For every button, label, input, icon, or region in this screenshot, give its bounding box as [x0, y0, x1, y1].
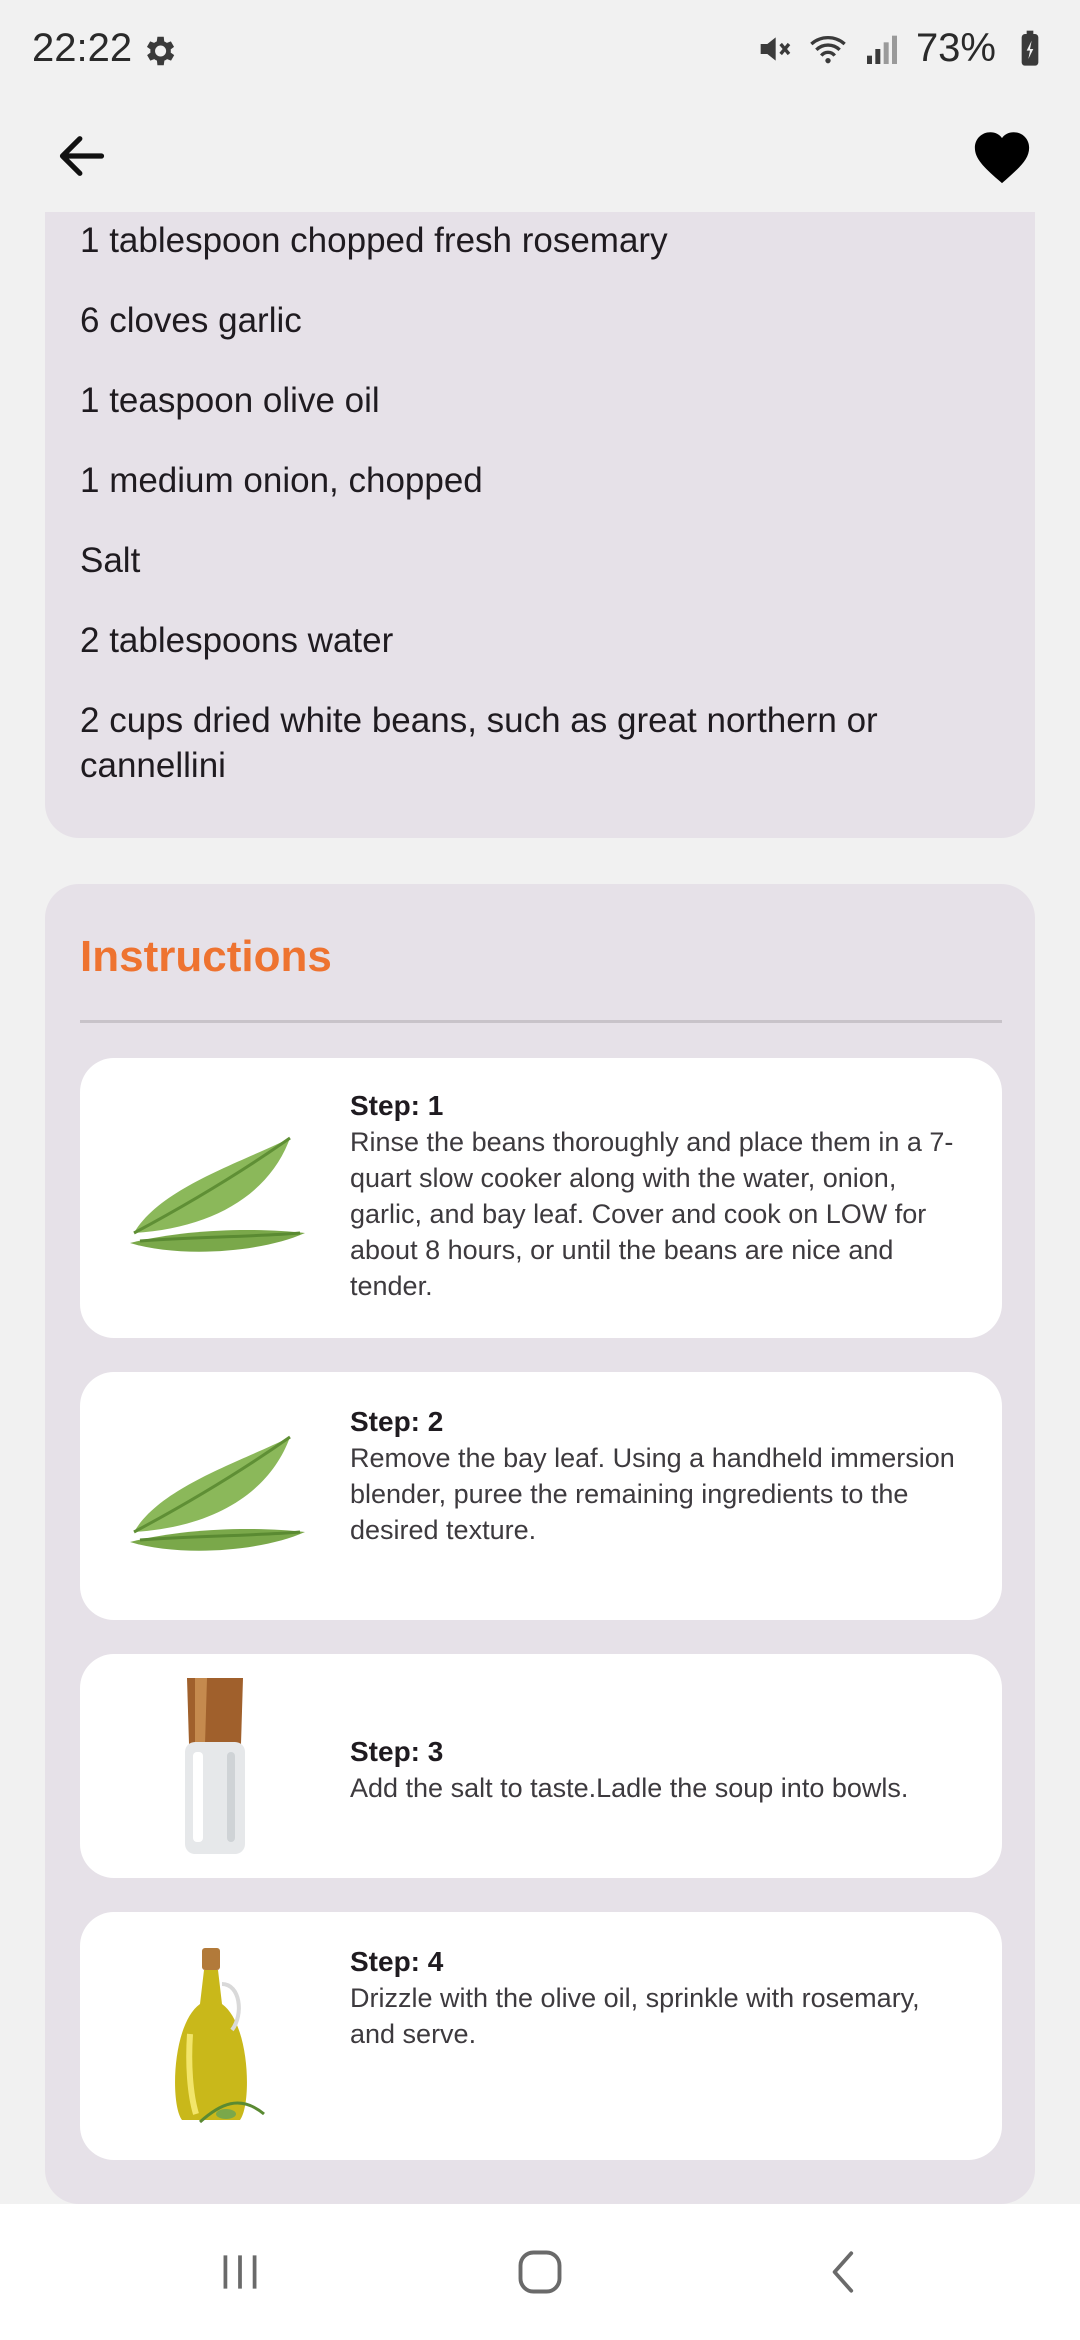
step-card-1[interactable]: Step: 1 Rinse the beans thoroughly and p…: [80, 1058, 1002, 1338]
ingredient-item: 1 teaspoon olive oil: [80, 381, 380, 420]
home-icon: [518, 2250, 562, 2294]
ingredient-item: 2 cups dried white beans, such as great …: [80, 701, 878, 785]
step-label: Step: 1: [350, 1090, 444, 1121]
system-nav-bar: [0, 2204, 1080, 2340]
salt-shaker-image: [120, 1674, 310, 1858]
heart-icon: [974, 132, 1030, 184]
step-text: Step: 1 Rinse the beans thoroughly and p…: [350, 1088, 970, 1304]
ingredient-item: 1 medium onion, chopped: [80, 461, 483, 500]
step-label: Step: 3: [350, 1736, 444, 1767]
ingredients-card: 1 tablespoon chopped fresh rosemary 6 cl…: [45, 212, 1035, 838]
step-description: Drizzle with the olive oil, sprinkle wit…: [350, 1983, 920, 2049]
battery-percent: 73%: [915, 26, 996, 70]
step-card-2[interactable]: Step: 2 Remove the bay leaf. Using a han…: [80, 1372, 1002, 1620]
back-button[interactable]: [44, 118, 120, 194]
recent-apps-button[interactable]: [190, 2236, 290, 2308]
gear-icon: [146, 36, 175, 66]
divider: [80, 1020, 1002, 1023]
step-label: Step: 4: [350, 1946, 444, 1977]
ingredient-item: 1 tablespoon chopped fresh rosemary: [80, 221, 668, 260]
step-text: Step: 2 Remove the bay leaf. Using a han…: [350, 1404, 970, 1548]
step-label: Step: 2: [350, 1406, 444, 1437]
status-bar: 22:22 73%: [0, 0, 1080, 100]
ingredient-item: 6 cloves garlic: [80, 301, 302, 340]
battery-icon: [1021, 30, 1039, 66]
ingredient-item: 2 tablespoons water: [80, 621, 394, 660]
signal-icon: [866, 35, 897, 64]
bay-leaf-image: [120, 1103, 310, 1293]
step-description: Remove the bay leaf. Using a handheld im…: [350, 1443, 955, 1545]
bay-leaf-image: [120, 1402, 310, 1592]
back-arrow-icon: [59, 136, 105, 176]
status-time: 22:22: [32, 26, 133, 70]
home-button[interactable]: [490, 2236, 590, 2308]
nav-back-button[interactable]: [795, 2236, 895, 2308]
step-card-4[interactable]: Step: 4 Drizzle with the olive oil, spri…: [80, 1912, 1002, 2160]
recent-apps-icon: [223, 2255, 257, 2289]
step-description: Rinse the beans thoroughly and place the…: [350, 1127, 954, 1301]
olive-oil-bottle-image: [120, 1942, 310, 2132]
app-bar: [0, 100, 1080, 212]
wifi-icon: [810, 35, 846, 63]
back-icon: [832, 2251, 854, 2293]
ingredients-list: 1 tablespoon chopped fresh rosemary 6 cl…: [80, 218, 1000, 788]
instructions-title: Instructions: [80, 932, 332, 981]
ingredient-item: Salt: [80, 541, 141, 580]
instructions-card: Instructions Step: 1 Rinse the beans tho…: [45, 884, 1035, 2204]
mute-icon: [760, 36, 791, 61]
step-text: Step: 4 Drizzle with the olive oil, spri…: [350, 1944, 970, 2052]
favorite-button[interactable]: [962, 118, 1042, 194]
step-card-3[interactable]: Step: 3 Add the salt to taste.Ladle the …: [80, 1654, 1002, 1878]
step-description: Add the salt to taste.Ladle the soup int…: [350, 1773, 909, 1803]
step-text: Step: 3 Add the salt to taste.Ladle the …: [350, 1734, 970, 1806]
